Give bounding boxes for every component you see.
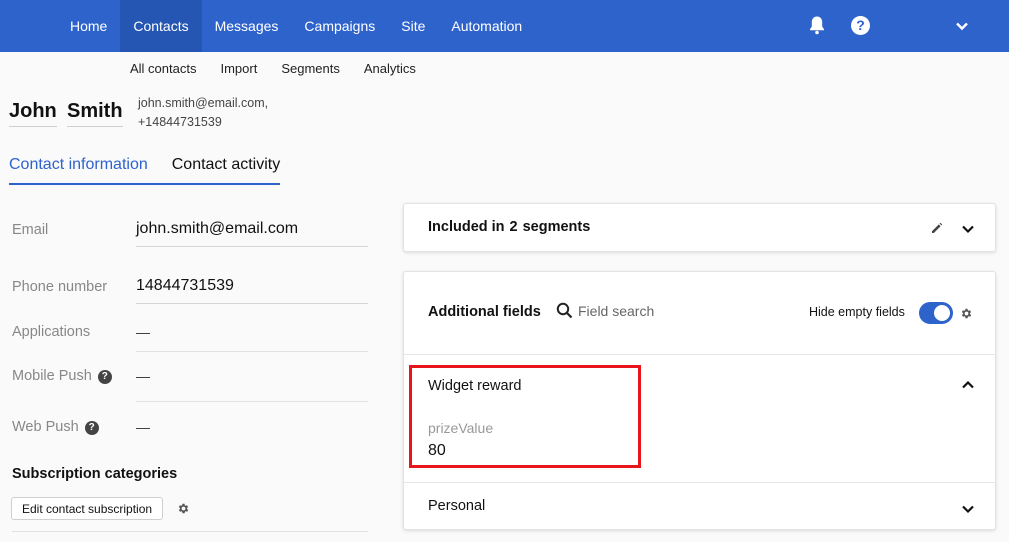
prize-value-field[interactable]: 80 (428, 442, 446, 460)
web-push-label: Web Push? (12, 419, 99, 435)
segments-suffix: segments (522, 219, 591, 235)
applications-label: Applications (12, 324, 91, 340)
field-search (556, 302, 698, 319)
prize-value-label: prizeValue (428, 420, 494, 436)
help-icon[interactable]: ? (97, 370, 112, 384)
help-icon[interactable]: ? (84, 421, 99, 435)
contact-tabs: Contact information Contact activity (9, 152, 281, 185)
contact-summary-phone: +14844731539 (138, 115, 222, 129)
additional-fields-card: Additional fields Hide empty fields Widg… (403, 271, 996, 530)
subnav-analytics[interactable]: Analytics (352, 58, 428, 80)
gear-icon[interactable] (960, 307, 973, 320)
applications-value: — (136, 324, 150, 340)
group-personal[interactable]: Personal (428, 498, 485, 514)
mobile-push-label: Mobile Push? (12, 368, 112, 384)
nav-site[interactable]: Site (388, 0, 438, 52)
web-push-value: — (136, 419, 150, 435)
nav-contacts[interactable]: Contacts (120, 0, 202, 52)
nav-home[interactable]: Home (57, 0, 120, 52)
top-navigation-bar: Home Contacts Messages Campaigns Site Au… (0, 0, 1009, 52)
segments-count: 2 (509, 219, 518, 235)
subnav-import[interactable]: Import (208, 58, 269, 80)
subnav-all-contacts[interactable]: All contacts (118, 58, 208, 80)
hide-empty-fields-label: Hide empty fields (809, 305, 905, 319)
help-icon[interactable]: ? (851, 16, 870, 35)
email-field[interactable]: john.smith@email.com (136, 220, 368, 247)
divider (136, 351, 368, 352)
phone-field[interactable]: 14844731539 (136, 277, 368, 304)
hide-empty-fields-toggle[interactable] (919, 302, 953, 324)
tab-contact-activity[interactable]: Contact activity (172, 152, 280, 183)
segments-prefix: Included in (428, 219, 505, 235)
field-search-input[interactable] (578, 302, 698, 319)
subscription-categories-title: Subscription categories (12, 466, 178, 482)
divider (404, 354, 995, 355)
group-widget-reward[interactable]: Widget reward (428, 378, 521, 394)
mobile-push-value: — (136, 368, 150, 384)
segments-summary: Included in 2 segments (428, 219, 590, 235)
pencil-icon[interactable] (930, 221, 944, 235)
tab-contact-information[interactable]: Contact information (9, 152, 148, 185)
sub-navigation: All contacts Import Segments Analytics (118, 58, 428, 80)
contact-summary: john.smith@email.com, +14844731539 (138, 94, 268, 132)
segments-card[interactable]: Included in 2 segments (403, 203, 996, 252)
contact-first-name[interactable]: John (9, 100, 57, 127)
contact-last-name[interactable]: Smith (67, 100, 123, 127)
nav-automation[interactable]: Automation (438, 0, 535, 52)
chevron-down-icon[interactable] (961, 502, 975, 516)
edit-contact-subscription-button[interactable]: Edit contact subscription (11, 497, 164, 520)
chevron-down-icon[interactable] (961, 222, 975, 236)
chevron-down-icon[interactable] (955, 19, 969, 33)
divider (12, 531, 368, 532)
search-icon (556, 302, 573, 319)
subnav-segments[interactable]: Segments (269, 58, 352, 80)
email-label: Email (12, 222, 49, 238)
main-nav: Home Contacts Messages Campaigns Site Au… (57, 0, 535, 52)
divider (136, 401, 368, 402)
web-push-label-text: Web Push (12, 419, 79, 435)
nav-messages[interactable]: Messages (202, 0, 292, 52)
chevron-up-icon[interactable] (961, 378, 975, 392)
additional-fields-title: Additional fields (428, 304, 541, 320)
divider (404, 482, 995, 483)
contact-summary-email: john.smith@email.com, (138, 96, 269, 110)
gear-icon[interactable] (177, 502, 190, 515)
nav-campaigns[interactable]: Campaigns (291, 0, 388, 52)
phone-label: Phone number (12, 279, 108, 295)
toggle-knob (934, 305, 950, 321)
bell-icon[interactable] (808, 15, 826, 35)
mobile-push-label-text: Mobile Push (12, 368, 92, 384)
